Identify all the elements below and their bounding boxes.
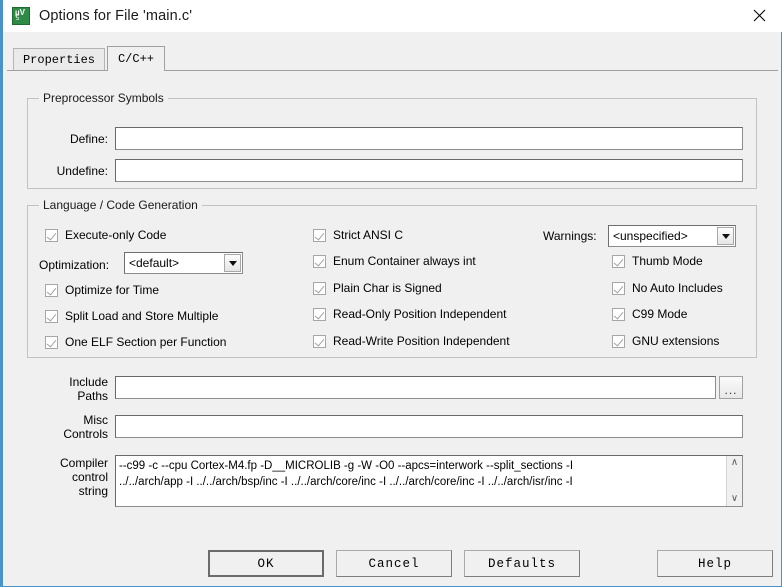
scroll-down-icon[interactable]: ∨ — [731, 494, 738, 504]
keil-uvision-icon: µV 5 — [12, 7, 30, 25]
misc-controls-label-line1: Misc — [83, 413, 108, 427]
misc-controls-label-line2: Controls — [63, 427, 108, 441]
checkbox-one-elf-section-per-function[interactable]: One ELF Section per Function — [45, 335, 226, 349]
checkbox-label: Execute-only Code — [65, 228, 167, 242]
cancel-button[interactable]: Cancel — [336, 550, 452, 577]
checkbox-optimize-for-time[interactable]: Optimize for Time — [45, 283, 159, 297]
close-icon[interactable] — [736, 0, 782, 31]
checkbox-label: Read-Only Position Independent — [333, 307, 507, 321]
undefine-input[interactable] — [115, 159, 743, 182]
checkbox-box — [612, 334, 625, 348]
checkbox-thumb-mode[interactable]: Thumb Mode — [612, 254, 703, 268]
ok-button[interactable]: OK — [208, 550, 324, 577]
compiler-label-line1: Compiler — [59, 456, 108, 470]
checkbox-c99-mode[interactable]: C99 Mode — [612, 307, 687, 321]
language-code-generation-title: Language / Code Generation — [39, 198, 202, 212]
checkbox-label: C99 Mode — [632, 307, 688, 321]
checkbox-label: No Auto Includes — [632, 281, 723, 295]
include-paths-label: Include Paths — [33, 375, 108, 403]
checkbox-read-only-position-independent[interactable]: Read-Only Position Independent — [313, 307, 506, 321]
checkbox-strict-ansi-c[interactable]: Strict ANSI C — [313, 228, 403, 242]
define-input[interactable] — [115, 127, 743, 150]
compiler-label-line3: string — [78, 484, 108, 498]
checkbox-box — [313, 254, 326, 268]
tab-properties[interactable]: Properties — [13, 48, 105, 71]
tab-c-cpp-label: C/C++ — [117, 52, 154, 66]
checkbox-box — [612, 281, 625, 295]
checkbox-box — [45, 309, 58, 323]
defaults-button[interactable]: Defaults — [464, 550, 580, 577]
checkbox-no-auto-includes[interactable]: No Auto Includes — [612, 281, 723, 295]
checkbox-label: Thumb Mode — [632, 254, 703, 268]
checkbox-box — [313, 281, 326, 295]
compiler-control-string-line2: ../../arch/app -I ../../arch/bsp/inc -I … — [119, 476, 573, 488]
compiler-string-scrollbar[interactable]: ∧ ∨ — [726, 456, 742, 506]
checkbox-label: GNU extensions — [632, 334, 720, 348]
compiler-control-string-line1: --c99 -c --cpu Cortex-M4.fp -D__MICROLIB… — [119, 460, 574, 472]
options-dialog: µV 5 Options for File 'main.c' Propertie… — [0, 0, 782, 587]
misc-controls-input[interactable] — [115, 415, 743, 438]
checkbox-label: Plain Char is Signed — [333, 281, 442, 295]
include-paths-label-line2: Paths — [77, 389, 108, 403]
checkbox-label: Strict ANSI C — [333, 228, 404, 242]
checkbox-label: One ELF Section per Function — [65, 335, 227, 349]
checkbox-box — [313, 228, 326, 242]
tab-c-cpp[interactable]: C/C++ — [107, 46, 165, 71]
checkbox-plain-char-is-signed[interactable]: Plain Char is Signed — [313, 281, 442, 295]
compiler-control-string-textarea[interactable]: --c99 -c --cpu Cortex-M4.fp -D__MICROLIB… — [115, 455, 743, 507]
compiler-label-line2: control — [71, 470, 108, 484]
define-label: Define: — [69, 132, 108, 146]
scroll-up-icon[interactable]: ∧ — [731, 458, 738, 468]
checkbox-box — [45, 335, 58, 349]
undefine-label: Undefine: — [56, 164, 108, 178]
include-paths-browse-button[interactable]: ... — [719, 376, 743, 399]
include-paths-label-line1: Include — [69, 375, 108, 389]
checkbox-enum-container-always-int[interactable]: Enum Container always int — [313, 254, 476, 268]
preprocessor-symbols-title: Preprocessor Symbols — [39, 91, 168, 105]
checkbox-box — [313, 334, 326, 348]
checkbox-box — [45, 228, 58, 242]
checkbox-box — [45, 283, 58, 297]
checkbox-label: Read-Write Position Independent — [333, 334, 510, 348]
title-bar: µV 5 Options for File 'main.c' — [3, 0, 782, 32]
optimization-value: <default> — [129, 256, 180, 270]
tab-properties-label: Properties — [22, 53, 95, 67]
optimization-select[interactable]: <default> — [124, 252, 243, 274]
tab-active-mask — [108, 70, 164, 72]
compiler-control-string-label: Compiler control string — [27, 456, 108, 498]
checkbox-box — [612, 254, 625, 268]
window-title: Options for File 'main.c' — [39, 8, 193, 24]
checkbox-execute-only-code[interactable]: Execute-only Code — [45, 228, 166, 242]
compiler-control-string-text: --c99 -c --cpu Cortex-M4.fp -D__MICROLIB… — [116, 456, 726, 506]
checkbox-split-load-and-store-multiple[interactable]: Split Load and Store Multiple — [45, 309, 218, 323]
checkbox-label: Optimize for Time — [65, 283, 160, 297]
include-paths-input[interactable] — [115, 376, 716, 399]
checkbox-box — [313, 307, 326, 321]
checkbox-gnu-extensions[interactable]: GNU extensions — [612, 334, 719, 348]
app-icon-glyph-bottom: 5 — [16, 16, 20, 22]
checkbox-label: Enum Container always int — [333, 254, 476, 268]
checkbox-read-write-position-independent[interactable]: Read-Write Position Independent — [313, 334, 510, 348]
warnings-select[interactable]: <unspecified> — [608, 225, 736, 247]
help-button[interactable]: Help — [657, 550, 773, 577]
optimization-label: Optimization: — [39, 258, 110, 272]
tab-strip: Properties C/C++ — [7, 42, 778, 72]
misc-controls-label: Misc Controls — [33, 413, 108, 441]
checkbox-label: Split Load and Store Multiple — [65, 309, 219, 323]
checkbox-box — [612, 307, 625, 321]
chevron-down-icon[interactable] — [717, 227, 734, 245]
warnings-label: Warnings: — [543, 229, 597, 243]
chevron-down-icon[interactable] — [224, 254, 241, 272]
warnings-value: <unspecified> — [613, 229, 688, 243]
